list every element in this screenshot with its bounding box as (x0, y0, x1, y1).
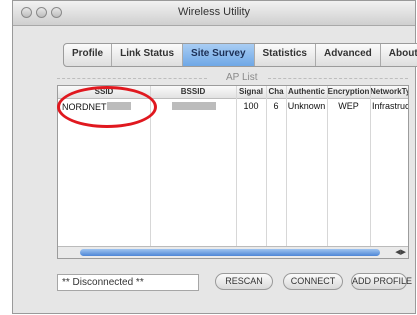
tab-about[interactable]: About (381, 44, 417, 66)
tab-bar: Profile Link Status Site Survey Statisti… (63, 43, 417, 67)
group-divider-right (268, 78, 408, 79)
cell-bssid (154, 99, 234, 114)
connection-status-field: ** Disconnected ** (57, 274, 199, 291)
column-channel[interactable]: Cha (266, 86, 286, 98)
tab-link-status[interactable]: Link Status (112, 44, 184, 66)
cell-authentication: Unknown (287, 101, 326, 111)
column-signal[interactable]: Signal (236, 86, 266, 98)
scroll-arrows-icon[interactable]: ◀▶ (395, 248, 406, 256)
tab-statistics[interactable]: Statistics (255, 44, 316, 66)
tab-advanced[interactable]: Advanced (316, 44, 381, 66)
column-network-type[interactable]: NetworkTyp (370, 86, 408, 98)
column-bssid[interactable]: BSSID (150, 86, 236, 98)
ap-list-title: AP List (223, 72, 261, 83)
cell-encryption: WEP (338, 101, 359, 111)
column-authentication[interactable]: Authentic (286, 86, 327, 98)
wireless-utility-window: Wireless Utility Profile Link Status Sit… (12, 0, 417, 314)
tab-site-survey[interactable]: Site Survey (183, 44, 255, 66)
add-profile-button[interactable]: ADD PROFILE (351, 273, 412, 290)
window-title: Wireless Utility (177, 6, 251, 18)
rescan-button[interactable]: RESCAN (215, 273, 273, 290)
horizontal-scrollbar[interactable]: ◀▶ (58, 246, 408, 258)
cell-signal: 100 (243, 101, 259, 111)
red-highlight-circle (57, 86, 157, 128)
page-margin (0, 0, 12, 315)
connect-button[interactable]: CONNECT (283, 273, 343, 290)
group-divider-left (57, 78, 207, 79)
scrollbar-thumb[interactable] (80, 249, 380, 256)
title-bar[interactable]: Wireless Utility (13, 1, 415, 26)
column-encryption[interactable]: Encryption (327, 86, 370, 98)
blurred-bssid (172, 102, 216, 110)
tab-profile[interactable]: Profile (64, 44, 113, 66)
cell-channel: 6 (273, 101, 279, 111)
cell-network-type: Infrastruct (372, 101, 408, 111)
